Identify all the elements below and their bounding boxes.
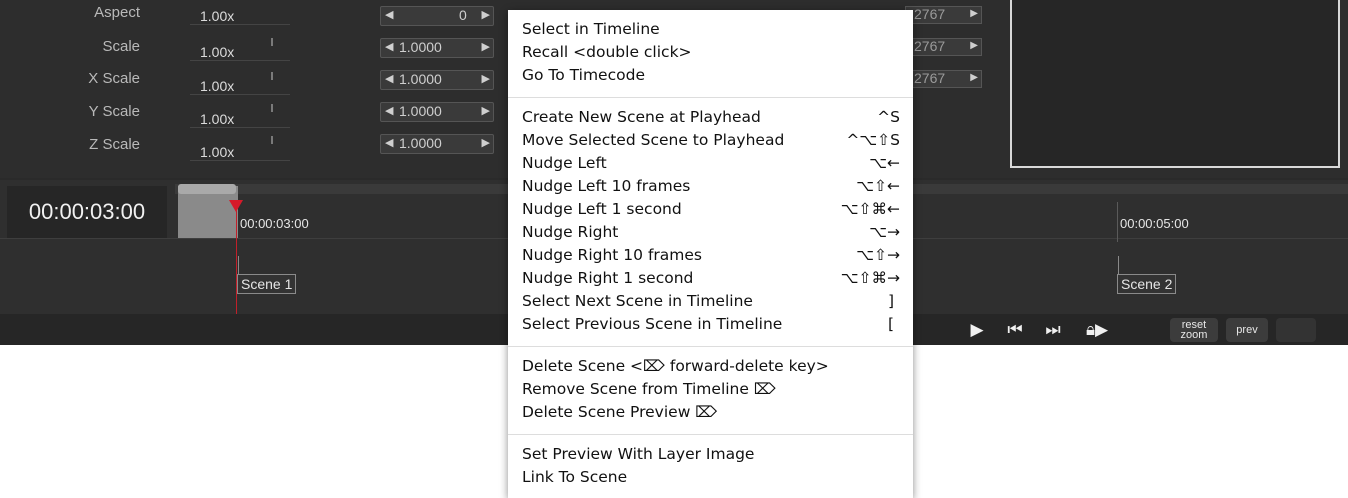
menu-item-go-to-timecode[interactable]: Go To Timecode [522, 64, 900, 86]
menu-item-nudge-left-1-second[interactable]: Nudge Left 1 second ⌥⇧⌘← [522, 198, 900, 220]
increment-icon[interactable]: ▶ [970, 72, 978, 83]
spinner-position-1[interactable]: 2767 ▶ [905, 6, 982, 24]
decrement-icon[interactable]: ◀ [385, 72, 393, 85]
scene-marker-2[interactable]: Scene 2 [1117, 274, 1177, 294]
menu-item-delete-scene-preview[interactable]: Delete Scene Preview ⌦ [522, 401, 900, 423]
decrement-icon[interactable]: ◀ [385, 104, 393, 117]
menu-item-remove-scene-from-timeline[interactable]: Remove Scene from Timeline ⌦ [522, 378, 900, 400]
prop-value-scale[interactable]: 1.00x [190, 44, 290, 61]
spinner-z-scale[interactable]: ◀ 1.0000 ▶ [380, 134, 494, 154]
go-to-start-icon[interactable]: ⏮ [1000, 314, 1030, 345]
decrement-icon[interactable]: ◀ [385, 8, 393, 21]
menu-item-select-in-timeline[interactable]: Select in Timeline [522, 18, 900, 40]
spinner-position-3[interactable]: 2767 ▶ [905, 70, 982, 88]
increment-icon[interactable]: ▶ [482, 136, 490, 149]
scene-marker-1[interactable]: Scene 1 [237, 274, 297, 294]
prop-label-x-scale: X Scale [88, 70, 140, 87]
menu-item-set-preview-with-layer-image[interactable]: Set Preview With Layer Image [522, 443, 900, 465]
increment-icon[interactable]: ▶ [482, 40, 490, 53]
timecode-display[interactable]: 00:00:03:00 [7, 186, 167, 238]
scene-connector [238, 256, 251, 275]
playhead-time-label: 00:00:03:00 [240, 216, 309, 231]
prop-value-aspect[interactable]: 1.00x [190, 8, 290, 25]
menu-item-create-new-scene[interactable]: Create New Scene at Playhead ^S [522, 106, 900, 128]
menu-item-nudge-right[interactable]: Nudge Right ⌥→ [522, 221, 900, 243]
spinner-y-scale[interactable]: ◀ 1.0000 ▶ [380, 102, 494, 122]
slider-thumb[interactable] [271, 104, 273, 112]
context-menu: Select in Timeline Recall <double click>… [508, 10, 913, 498]
next-button[interactable] [1276, 318, 1316, 342]
slider-thumb[interactable] [271, 136, 273, 144]
menu-item-nudge-left-10-frames[interactable]: Nudge Left 10 frames ⌥⇧← [522, 175, 900, 197]
prev-button[interactable]: prev [1226, 318, 1268, 342]
menu-separator [508, 434, 913, 435]
spinner-scale[interactable]: ◀ 1.0000 ▶ [380, 38, 494, 58]
increment-icon[interactable]: ▶ [970, 8, 978, 19]
reset-zoom-button[interactable]: reset zoom [1170, 318, 1218, 342]
prop-label-aspect: Aspect [94, 4, 140, 21]
prop-label-scale: Scale [102, 38, 140, 55]
slider-thumb[interactable] [271, 38, 273, 46]
decrement-icon[interactable]: ◀ [385, 40, 393, 53]
loop-play-icon[interactable]: 🔒︎▶ [1080, 314, 1114, 345]
menu-item-nudge-left[interactable]: Nudge Left ⌥← [522, 152, 900, 174]
spinner-x-scale[interactable]: ◀ 1.0000 ▶ [380, 70, 494, 90]
decrement-icon[interactable]: ◀ [385, 136, 393, 149]
menu-separator [508, 346, 913, 347]
time-marker-label: 00:00:05:00 [1120, 216, 1189, 231]
menu-item-select-previous-scene[interactable]: Select Previous Scene in Timeline[ [522, 313, 900, 335]
menu-item-link-to-scene[interactable]: Link To Scene [522, 466, 900, 488]
prop-value-z-scale[interactable]: 1.00x [190, 144, 290, 161]
menu-item-delete-scene[interactable]: Delete Scene <⌦ forward-delete key> [522, 355, 900, 377]
playhead-handle[interactable] [178, 184, 236, 194]
scene-preview [1010, 0, 1340, 168]
increment-icon[interactable]: ▶ [970, 40, 978, 51]
menu-item-nudge-right-1-second[interactable]: Nudge Right 1 second ⌥⇧⌘→ [522, 267, 900, 289]
prop-value-x-scale[interactable]: 1.00x [190, 78, 290, 95]
menu-item-select-next-scene[interactable]: Select Next Scene in Timeline] [522, 290, 900, 312]
scene-connector [1118, 256, 1131, 275]
menu-separator [508, 97, 913, 98]
menu-item-nudge-right-10-frames[interactable]: Nudge Right 10 frames ⌥⇧→ [522, 244, 900, 266]
prop-value-y-scale[interactable]: 1.00x [190, 111, 290, 128]
increment-icon[interactable]: ▶ [482, 104, 490, 117]
menu-item-move-selected-scene[interactable]: Move Selected Scene to Playhead ^⌥⇧S [522, 129, 900, 151]
slider-thumb[interactable] [271, 72, 273, 80]
increment-icon[interactable]: ▶ [482, 72, 490, 85]
prop-label-z-scale: Z Scale [89, 136, 140, 153]
go-to-end-icon[interactable]: ⏭ [1038, 314, 1068, 345]
playhead-marker-icon[interactable] [229, 200, 243, 212]
play-icon[interactable]: ▶ [962, 314, 992, 345]
spinner-aspect[interactable]: ◀ 0 ▶ [380, 6, 494, 26]
increment-icon[interactable]: ▶ [482, 8, 490, 21]
menu-item-recall[interactable]: Recall <double click> [522, 41, 900, 63]
prop-label-y-scale: Y Scale [88, 103, 140, 120]
spinner-position-2[interactable]: 2767 ▶ [905, 38, 982, 56]
time-tick [1117, 202, 1118, 242]
